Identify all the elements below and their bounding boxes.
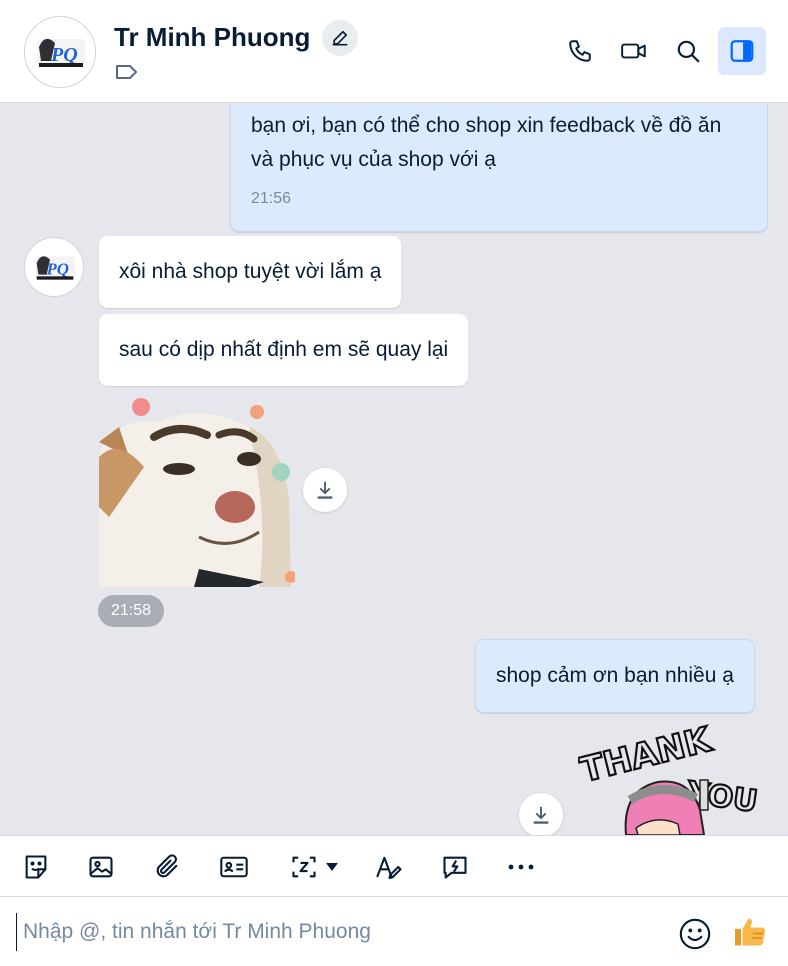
svg-text:PQ: PQ: [46, 260, 69, 279]
dog-sticker[interactable]: [99, 397, 297, 587]
message-list[interactable]: bạn ơi, bạn có thể cho shop xin feedback…: [0, 104, 788, 835]
message-bubble-outgoing[interactable]: shop cảm ơn bạn nhiều ạ: [475, 639, 755, 713]
sticker-icon: [25, 855, 47, 879]
message-text: bạn ơi, bạn có thể cho shop xin feedback…: [251, 114, 722, 171]
message-input[interactable]: [16, 913, 656, 951]
conversation-info-toggle[interactable]: [718, 27, 766, 75]
svg-text:PQ: PQ: [50, 44, 78, 66]
message-text: sau có dịp nhất định em sẽ quay lại: [119, 338, 449, 361]
screenshot-button[interactable]: [282, 846, 346, 888]
download-icon: [533, 806, 549, 824]
search-button[interactable]: [664, 27, 712, 75]
smiley-icon: [679, 918, 711, 950]
lightning-message-icon: [443, 856, 467, 879]
contact-avatar[interactable]: PQ: [24, 16, 96, 88]
image-icon: [89, 856, 113, 878]
download-sticker-button[interactable]: [303, 468, 347, 512]
message-text: xôi nhà shop tuyệt vời lắm ạ: [119, 260, 382, 283]
chat-header: PQ Tr Minh Phuong: [0, 0, 788, 103]
voice-call-button[interactable]: [556, 27, 604, 75]
text-format-icon: [376, 856, 402, 879]
message-bubble-outgoing[interactable]: bạn ơi, bạn có thể cho shop xin feedback…: [230, 104, 768, 232]
download-sticker-button[interactable]: [519, 793, 563, 835]
label-tag-icon[interactable]: [114, 62, 140, 82]
contact-card-icon: [220, 856, 248, 878]
message-text: shop cảm ơn bạn nhiều ạ: [496, 664, 734, 687]
message-time: 21:56: [251, 190, 292, 207]
message-bubble-incoming[interactable]: xôi nhà shop tuyệt vời lắm ạ: [99, 236, 402, 308]
search-icon: [677, 40, 700, 63]
composer-toolbar: [0, 835, 788, 897]
phone-icon: [569, 40, 591, 62]
message-time: 21:58: [98, 595, 164, 627]
more-horizontal-icon: [508, 864, 534, 870]
thank-you-sticker[interactable]: THANK YOU: [575, 718, 768, 835]
contact-card-button[interactable]: [214, 846, 254, 888]
text-format-button[interactable]: [370, 846, 408, 888]
contact-name[interactable]: Tr Minh Phuong: [114, 22, 310, 53]
video-camera-icon: [621, 43, 646, 59]
pencil-icon: [332, 30, 348, 46]
video-call-button[interactable]: [610, 27, 658, 75]
sender-avatar[interactable]: PQ: [24, 237, 84, 297]
sticker-button[interactable]: [17, 846, 55, 888]
screenshot-icon: [292, 856, 316, 878]
chevron-down-icon: [326, 863, 338, 871]
image-button[interactable]: [82, 846, 120, 888]
quick-reply-button[interactable]: [436, 846, 474, 888]
quick-like-button[interactable]: [732, 914, 768, 950]
more-options-button[interactable]: [502, 846, 540, 888]
thumbs-up-icon: [735, 918, 766, 946]
sidebar-panel-icon: [730, 40, 754, 62]
edit-name-button[interactable]: [322, 20, 358, 56]
download-icon: [317, 481, 333, 499]
message-bubble-incoming[interactable]: sau có dịp nhất định em sẽ quay lại: [99, 314, 469, 386]
emoji-button[interactable]: [678, 917, 712, 951]
paperclip-icon: [156, 854, 178, 878]
attach-file-button[interactable]: [148, 846, 186, 888]
composer: [0, 897, 788, 966]
